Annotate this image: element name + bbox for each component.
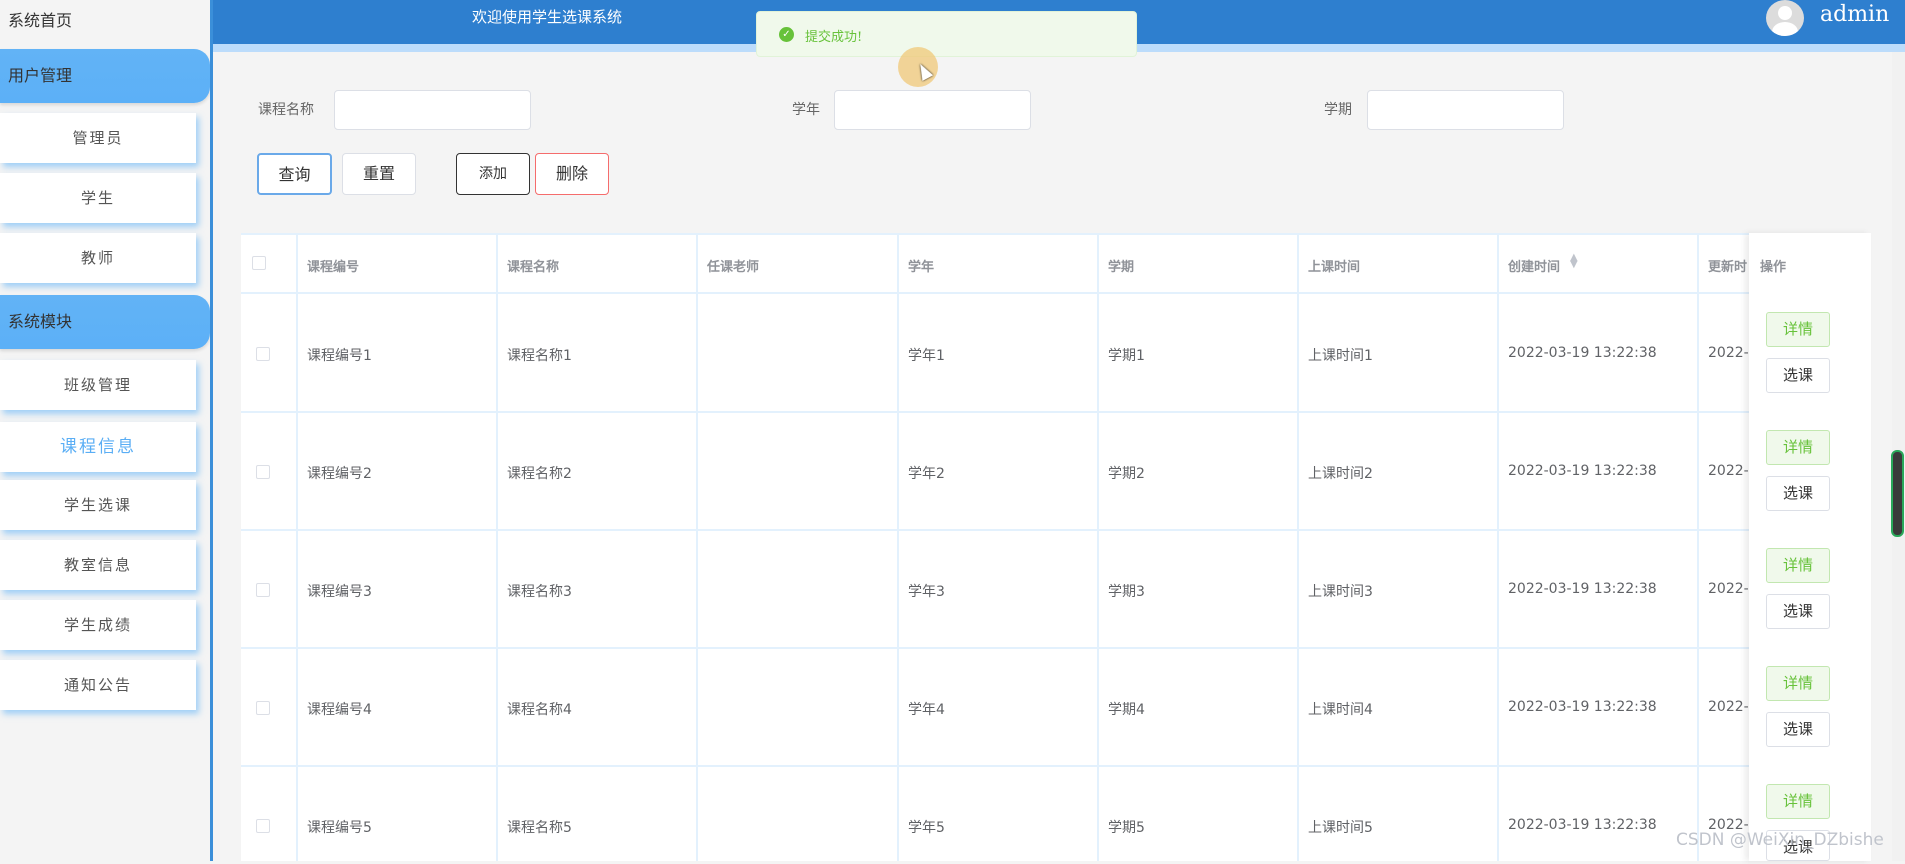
sidebar: 系统首页 用户管理 管理员 学生 教师 系统模块 班级管理 课程信息 学生选课 …	[0, 0, 212, 861]
cell-year: 学年1	[908, 348, 945, 364]
cell-class-time: 上课时间2	[1308, 466, 1373, 482]
cell-class-time: 上课时间1	[1308, 348, 1373, 364]
sort-caret-icon[interactable]: ▲ ▼	[1570, 253, 1578, 270]
cell-created: 2022-03-19 13:22:38	[1508, 463, 1657, 479]
cell-name: 课程名称5	[507, 820, 572, 836]
course-table	[241, 233, 1871, 861]
cell-code: 课程编号3	[307, 584, 372, 600]
year-input[interactable]	[834, 90, 1031, 130]
column-header-code: 课程编号	[307, 260, 360, 275]
check-circle-icon: ✓	[779, 27, 794, 42]
sidebar-item-student[interactable]: 学生	[0, 173, 196, 223]
select-all-checkbox[interactable]	[252, 256, 266, 270]
cell-name: 课程名称3	[507, 584, 572, 600]
cell-created: 2022-03-19 13:22:38	[1508, 699, 1657, 715]
sidebar-item-class-management[interactable]: 班级管理	[0, 360, 196, 410]
select-course-button[interactable]: 选课	[1766, 358, 1830, 393]
sidebar-item-notices[interactable]: 通知公告	[0, 660, 196, 710]
cell-code: 课程编号2	[307, 466, 372, 482]
row-checkbox[interactable]	[256, 347, 270, 361]
cell-name: 课程名称4	[507, 702, 572, 718]
row-divider	[241, 647, 1871, 649]
cell-updated: 2022-	[1708, 463, 1748, 479]
success-toast: ✓ 提交成功!	[756, 11, 1137, 57]
watermark: CSDN @WeiXin_DZbishe	[1676, 830, 1884, 850]
sidebar-item-course-selection[interactable]: 学生选课	[0, 480, 196, 530]
column-header-name: 课程名称	[507, 260, 560, 275]
row-checkbox[interactable]	[256, 701, 270, 715]
term-label: 学期	[1324, 102, 1352, 118]
cell-code: 课程编号1	[307, 348, 372, 364]
sidebar-item-student-scores[interactable]: 学生成绩	[0, 600, 196, 650]
cell-created: 2022-03-19 13:22:38	[1508, 817, 1657, 833]
sidebar-item-teacher[interactable]: 教师	[0, 233, 196, 283]
cell-created: 2022-03-19 13:22:38	[1508, 345, 1657, 361]
row-checkbox[interactable]	[256, 465, 270, 479]
delete-button[interactable]: 删除	[535, 153, 609, 195]
cell-class-time: 上课时间4	[1308, 702, 1373, 718]
cell-term: 学期1	[1108, 348, 1145, 364]
cell-created: 2022-03-19 13:22:38	[1508, 581, 1657, 597]
sidebar-group-system-module[interactable]: 系统模块	[0, 295, 210, 349]
select-course-button[interactable]: 选课	[1766, 594, 1830, 629]
column-header-actions: 操作	[1760, 260, 1787, 275]
avatar[interactable]	[1766, 0, 1804, 36]
toast-message: 提交成功!	[805, 30, 863, 45]
select-course-button[interactable]: 选课	[1766, 476, 1830, 511]
scrollbar-thumb[interactable]	[1891, 450, 1904, 537]
cell-code: 课程编号4	[307, 702, 372, 718]
cell-code: 课程编号5	[307, 820, 372, 836]
detail-button[interactable]: 详情	[1766, 784, 1830, 819]
select-course-button[interactable]: 选课	[1766, 712, 1830, 747]
year-label: 学年	[792, 102, 820, 118]
cell-year: 学年2	[908, 466, 945, 482]
reset-button[interactable]: 重置	[342, 153, 416, 195]
cell-term: 学期3	[1108, 584, 1145, 600]
sidebar-item-admin[interactable]: 管理员	[0, 113, 196, 163]
term-input[interactable]	[1367, 90, 1564, 130]
sidebar-divider	[210, 0, 213, 861]
sidebar-item-classroom-info[interactable]: 教室信息	[0, 540, 196, 590]
row-checkbox[interactable]	[256, 583, 270, 597]
cell-updated: 2022-	[1708, 699, 1748, 715]
cell-class-time: 上课时间5	[1308, 820, 1373, 836]
row-divider	[241, 411, 1871, 413]
row-divider	[241, 233, 1871, 235]
column-header-teacher: 任课老师	[707, 260, 760, 275]
cell-updated: 2022-	[1708, 345, 1748, 361]
detail-button[interactable]: 详情	[1766, 666, 1830, 701]
column-header-class-time: 上课时间	[1308, 260, 1361, 275]
row-checkbox[interactable]	[256, 819, 270, 833]
row-divider	[241, 765, 1871, 767]
column-header-term: 学期	[1108, 260, 1135, 275]
user-name[interactable]: admin	[1820, 2, 1889, 27]
query-button[interactable]: 查询	[257, 153, 332, 195]
cell-year: 学年4	[908, 702, 945, 718]
cell-class-time: 上课时间3	[1308, 584, 1373, 600]
cell-term: 学期2	[1108, 466, 1145, 482]
detail-button[interactable]: 详情	[1766, 430, 1830, 465]
column-header-year: 学年	[908, 260, 935, 275]
course-name-label: 课程名称	[258, 102, 314, 118]
cell-term: 学期4	[1108, 702, 1145, 718]
row-divider	[241, 292, 1871, 294]
cell-term: 学期5	[1108, 820, 1145, 836]
header-title: 欢迎使用学生选课系统	[472, 8, 623, 26]
sidebar-item-course-info[interactable]: 课程信息	[0, 422, 196, 472]
detail-button[interactable]: 详情	[1766, 548, 1830, 583]
sidebar-group-user-management[interactable]: 用户管理	[0, 49, 210, 103]
cell-name: 课程名称1	[507, 348, 572, 364]
cell-updated: 2022-	[1708, 581, 1748, 597]
column-header-created[interactable]: 创建时间	[1508, 256, 1560, 275]
detail-button[interactable]: 详情	[1766, 312, 1830, 347]
column-header-updated: 更新时	[1708, 260, 1748, 275]
row-divider	[241, 529, 1871, 531]
cell-year: 学年3	[908, 584, 945, 600]
add-button[interactable]: 添加	[456, 153, 530, 195]
cell-year: 学年5	[908, 820, 945, 836]
sidebar-home-link[interactable]: 系统首页	[0, 0, 212, 42]
course-name-input[interactable]	[334, 90, 531, 130]
cell-name: 课程名称2	[507, 466, 572, 482]
